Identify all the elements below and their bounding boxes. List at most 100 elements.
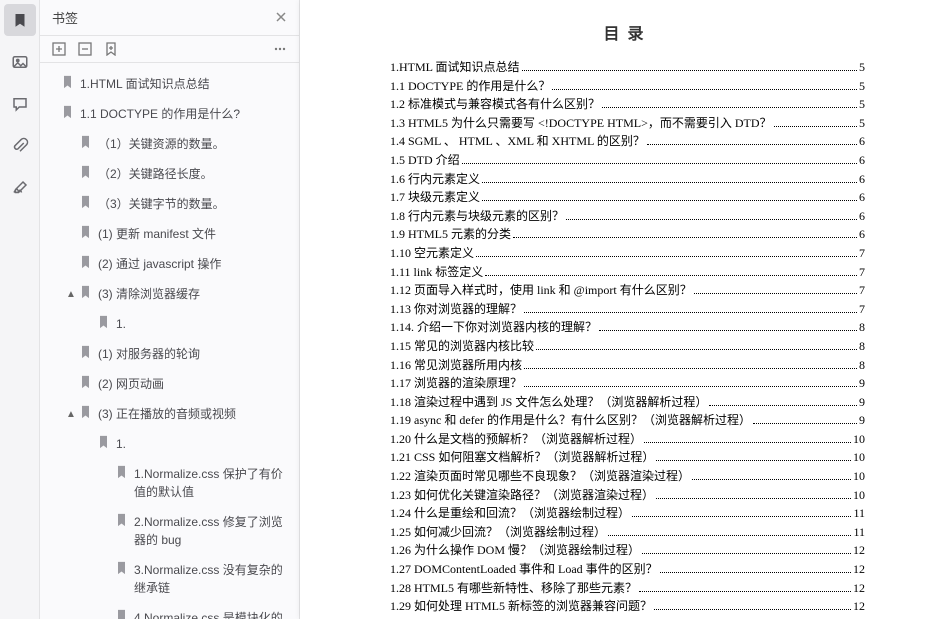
toc-leader-dots — [642, 553, 851, 554]
toc-entry[interactable]: 1.25 如何减少回流？（浏览器绘制过程）11 — [390, 523, 865, 542]
toc-page-number: 9 — [859, 393, 865, 412]
bookmark-icon — [78, 165, 92, 179]
toc-leader-dots — [513, 237, 857, 238]
toc-entry[interactable]: 1.23 如何优化关键渲染路径？（浏览器渲染过程）10 — [390, 486, 865, 505]
toc-entry[interactable]: 1.4 SGML 、 HTML 、XML 和 XHTML 的区别？6 — [390, 132, 865, 151]
toc-entry[interactable]: 1.12 页面导入样式时，使用 link 和 @import 有什么区别？7 — [390, 281, 865, 300]
toc-entry[interactable]: 1.20 什么是文档的预解析？（浏览器解析过程）10 — [390, 430, 865, 449]
toc-entry[interactable]: 1.HTML 面试知识点总结5 — [390, 58, 865, 77]
comment-tab-icon[interactable] — [4, 88, 36, 120]
toc-entry[interactable]: 1.21 CSS 如何阻塞文档解析？（浏览器解析过程）10 — [390, 448, 865, 467]
toc-entry[interactable]: 1.7 块级元素定义6 — [390, 188, 865, 207]
sidebar-toolbar — [40, 36, 299, 63]
tree-arrow-icon[interactable]: ▲ — [66, 405, 78, 422]
toc-entry[interactable]: 1.14. 介绍一下你对浏览器内核的理解？ 8 — [390, 318, 865, 337]
toc-leader-dots — [608, 535, 851, 536]
bookmark-item[interactable]: 1.Normalize.css 保护了有价值的默认值 — [40, 459, 299, 507]
bookmark-item[interactable]: (1) 对服务器的轮询 — [40, 339, 299, 369]
bookmark-icon — [78, 285, 92, 299]
bookmark-item[interactable]: （3）关键字节的数量。 — [40, 189, 299, 219]
bookmark-item[interactable]: 1.HTML 面试知识点总结 — [40, 69, 299, 99]
toc-leader-dots — [524, 368, 857, 369]
toc-page-number: 12 — [853, 560, 865, 579]
toc-entry[interactable]: 1.10 空元素定义7 — [390, 244, 865, 263]
toc-page-number: 9 — [859, 411, 865, 430]
toc-page-number: 6 — [859, 188, 865, 207]
bookmark-item[interactable]: 1. — [40, 429, 299, 459]
image-tab-icon[interactable] — [4, 46, 36, 78]
tree-arrow-icon[interactable]: ▲ — [66, 285, 78, 302]
tree-arrow-icon — [66, 195, 78, 197]
bookmark-label: 1.HTML 面试知识点总结 — [80, 75, 289, 93]
toc-page-number: 8 — [859, 318, 865, 337]
tree-arrow-icon — [66, 375, 78, 377]
toc-page-number: 6 — [859, 170, 865, 189]
toc-leader-dots — [536, 349, 857, 350]
toc-entry[interactable]: 1.5 DTD 介绍6 — [390, 151, 865, 170]
toc-leader-dots — [694, 293, 857, 294]
bookmark-item[interactable]: （2）关键路径长度。 — [40, 159, 299, 189]
bookmark-icon — [114, 561, 128, 575]
bookmark-item[interactable]: (1) 更新 manifest 文件 — [40, 219, 299, 249]
bookmark-item[interactable]: 3.Normalize.css 没有复杂的继承链 — [40, 555, 299, 603]
attachment-tab-icon[interactable] — [4, 130, 36, 162]
bookmark-label: 1.1 DOCTYPE 的作用是什么? — [80, 105, 289, 123]
toc-entry[interactable]: 1.15 常见的浏览器内核比较8 — [390, 337, 865, 356]
bookmark-item[interactable]: 4.Normalize.css 是模块化的 — [40, 603, 299, 619]
toc-entry[interactable]: 1.18 渲染过程中遇到 JS 文件怎么处理？（浏览器解析过程）9 — [390, 393, 865, 412]
toc-entry[interactable]: 1.29 如何处理 HTML5 新标签的浏览器兼容问题？12 — [390, 597, 865, 616]
close-icon[interactable] — [275, 10, 287, 26]
toc-entry[interactable]: 1.13 你对浏览器的理解？7 — [390, 300, 865, 319]
toc-list: 1.HTML 面试知识点总结51.1 DOCTYPE 的作用是什么？51.2 标… — [390, 58, 865, 616]
toc-entry[interactable]: 1.8 行内元素与块级元素的区别？6 — [390, 207, 865, 226]
expand-all-icon[interactable] — [52, 42, 66, 56]
toc-text: 1.14. 介绍一下你对浏览器内核的理解？ — [390, 318, 597, 337]
bookmark-item[interactable]: 2.Normalize.css 修复了浏览器的 bug — [40, 507, 299, 555]
toc-entry[interactable]: 1.17 浏览器的渲染原理？9 — [390, 374, 865, 393]
toc-leader-dots — [647, 144, 857, 145]
toc-entry[interactable]: 1.11 link 标签定义7 — [390, 263, 865, 282]
toc-entry[interactable]: 1.6 行内元素定义6 — [390, 170, 865, 189]
toc-entry[interactable]: 1.24 什么是重绘和回流？（浏览器绘制过程）11 — [390, 504, 865, 523]
toc-page-number: 6 — [859, 207, 865, 226]
toc-entry[interactable]: 1.16 常见浏览器所用内核8 — [390, 356, 865, 375]
bookmark-item[interactable]: (2) 通过 javascript 操作 — [40, 249, 299, 279]
bookmark-icon — [60, 105, 74, 119]
bookmark-item[interactable]: ▲(3) 清除浏览器缓存 — [40, 279, 299, 309]
toc-entry[interactable]: 1.2 标准模式与兼容模式各有什么区别？5 — [390, 95, 865, 114]
toc-text: 1.4 SGML 、 HTML 、XML 和 XHTML 的区别？ — [390, 132, 645, 151]
tree-arrow-icon — [84, 435, 96, 437]
toc-page-number: 6 — [859, 225, 865, 244]
toc-entry[interactable]: 1.1 DOCTYPE 的作用是什么？5 — [390, 77, 865, 96]
tree-arrow-icon — [84, 315, 96, 317]
bookmark-item[interactable]: 1. — [40, 309, 299, 339]
toc-entry[interactable]: 1.3 HTML5 为什么只需要写 <!DOCTYPE HTML>，而不需要引入… — [390, 114, 865, 133]
toc-page-number: 11 — [853, 504, 865, 523]
tree-arrow-icon — [66, 345, 78, 347]
toc-page-number: 12 — [853, 597, 865, 616]
add-bookmark-icon[interactable] — [104, 42, 118, 56]
toc-entry[interactable]: 1.26 为什么操作 DOM 慢？（浏览器绘制过程）12 — [390, 541, 865, 560]
collapse-all-icon[interactable] — [78, 42, 92, 56]
sidebar-header: 书签 — [40, 0, 299, 36]
bookmark-item[interactable]: ▲(3) 正在播放的音频或视频 — [40, 399, 299, 429]
toc-text: 1.3 HTML5 为什么只需要写 <!DOCTYPE HTML>，而不需要引入… — [390, 114, 772, 133]
signature-tab-icon[interactable] — [4, 172, 36, 204]
bookmark-tab-icon[interactable] — [4, 4, 36, 36]
toc-leader-dots — [656, 460, 851, 461]
bookmark-label: (1) 对服务器的轮询 — [98, 345, 289, 363]
toc-entry[interactable]: 1.19 async 和 defer 的作用是什么？有什么区别？（浏览器解析过程… — [390, 411, 865, 430]
toc-text: 1.13 你对浏览器的理解？ — [390, 300, 522, 319]
bookmark-item[interactable]: (2) 网页动画 — [40, 369, 299, 399]
toc-entry[interactable]: 1.28 HTML5 有哪些新特性、移除了那些元素？12 — [390, 579, 865, 598]
toc-entry[interactable]: 1.27 DOMContentLoaded 事件和 Load 事件的区别？12 — [390, 560, 865, 579]
bookmark-item[interactable]: 1.1 DOCTYPE 的作用是什么? — [40, 99, 299, 129]
toc-page-number: 12 — [853, 541, 865, 560]
toc-page-number: 9 — [859, 374, 865, 393]
toc-entry[interactable]: 1.9 HTML5 元素的分类6 — [390, 225, 865, 244]
more-options-icon[interactable] — [273, 42, 287, 56]
bookmark-item[interactable]: （1）关键资源的数量。 — [40, 129, 299, 159]
toc-entry[interactable]: 1.22 渲染页面时常见哪些不良现象？（浏览器渲染过程）10 — [390, 467, 865, 486]
bookmark-tree[interactable]: 1.HTML 面试知识点总结 1.1 DOCTYPE 的作用是什么? （1）关键资源… — [40, 63, 299, 619]
tree-arrow-icon — [48, 105, 60, 107]
